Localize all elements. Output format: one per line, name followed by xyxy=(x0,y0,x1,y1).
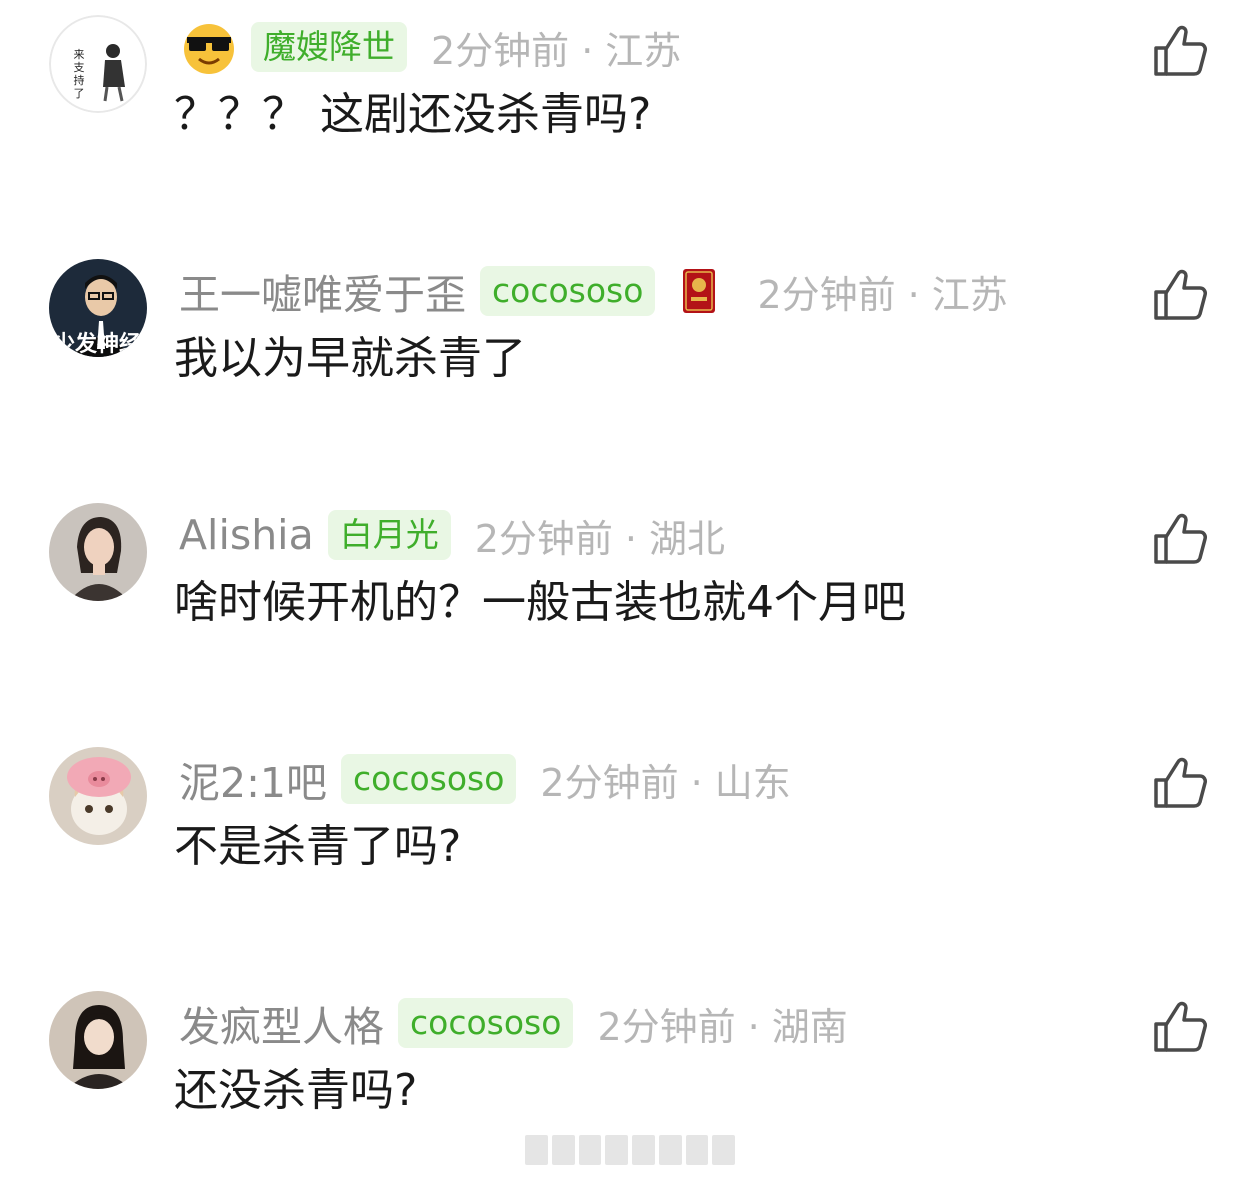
avatar-icon xyxy=(49,991,147,1089)
comment-meta: 2分钟前 · 江苏 xyxy=(757,272,1008,317)
comment-text: 啥时候开机的？一般古装也就4个月吧 xyxy=(174,577,906,628)
comment-time: 2分钟前 xyxy=(597,1004,736,1049)
comment-text: ？？？ 这剧还没杀青吗? xyxy=(174,89,652,140)
user-tag[interactable]: 白月光 xyxy=(327,510,451,560)
svg-text:了: 了 xyxy=(74,87,85,100)
comment-location: 湖北 xyxy=(648,516,725,561)
comment-item: Alishia 白月光 2分钟前 · 湖北 啥时候开机的？一般古装也就4个月吧 xyxy=(0,488,1259,688)
thumbs-up-icon[interactable] xyxy=(1152,510,1208,566)
thumbs-up-icon[interactable] xyxy=(1152,22,1208,78)
svg-text:支: 支 xyxy=(74,61,85,74)
red-medal-icon xyxy=(683,269,716,313)
comment-meta: 2分钟前 · 湖南 xyxy=(597,1004,848,1049)
comment-location: 江苏 xyxy=(931,272,1008,317)
username[interactable]: 王一嘘唯爱于歪 xyxy=(179,261,466,321)
sunglasses-emoji-icon xyxy=(184,24,234,74)
comment-text: 不是杀青了吗? xyxy=(174,821,462,872)
thumbs-up-icon[interactable] xyxy=(1152,998,1208,1054)
user-tag[interactable]: 魔嫂降世 xyxy=(251,22,407,72)
username[interactable]: 发疯型人格 xyxy=(179,993,384,1053)
comment-item: 来 支 持 了 魔嫂降世 2分钟前 · 江苏 ？？？ 这剧还没杀青吗? xyxy=(0,0,1259,200)
comment-location: 江苏 xyxy=(605,28,682,73)
comment-header: 王一嘘唯爱于歪 cocososo 2分钟前 · 江苏 xyxy=(179,263,1008,319)
username[interactable]: 泥2:1吧 xyxy=(179,749,327,809)
comment-text: 还没杀青吗? xyxy=(174,1065,418,1116)
comment-header: 魔嫂降世 2分钟前 · 江苏 xyxy=(179,19,681,75)
comment-time: 2分钟前 xyxy=(757,272,896,317)
avatar[interactable] xyxy=(49,503,147,601)
user-tag[interactable]: cocososo xyxy=(340,754,517,804)
comment-time: 2分钟前 xyxy=(474,516,613,561)
username[interactable]: Alishia xyxy=(179,511,314,559)
avatar[interactable]: 少发神经 xyxy=(49,259,147,357)
comment-meta: 2分钟前 · 山东 xyxy=(540,760,791,805)
thumbs-up-icon[interactable] xyxy=(1152,266,1208,322)
comment-meta: 2分钟前 · 江苏 xyxy=(431,28,682,73)
comment-location: 湖南 xyxy=(771,1004,848,1049)
comment-header: 发疯型人格 cocososo 2分钟前 · 湖南 xyxy=(179,995,848,1051)
avatar[interactable]: 来 支 持 了 xyxy=(49,15,147,113)
svg-text:少发神经: 少发神经 xyxy=(52,331,141,357)
svg-text:持: 持 xyxy=(74,73,85,87)
comment-header: 泥2:1吧 cocososo 2分钟前 · 山东 xyxy=(179,751,791,807)
avatar-icon xyxy=(49,503,147,601)
user-tag[interactable]: cocososo xyxy=(480,266,656,316)
comment-location: 山东 xyxy=(714,760,791,805)
avatar-icon: 来 支 持 了 xyxy=(49,15,147,113)
comment-time: 2分钟前 xyxy=(431,28,570,73)
comment-text: 我以为早就杀青了 xyxy=(174,333,526,384)
avatar-icon: 少发神经 xyxy=(49,259,147,357)
comment-item: 少发神经 王一嘘唯爱于歪 cocososo 2分钟前 · 江苏 我以为早就杀青了 xyxy=(0,244,1259,444)
avatar[interactable] xyxy=(49,991,147,1089)
comment-item: 泥2:1吧 cocososo 2分钟前 · 山东 不是杀青了吗? xyxy=(0,732,1259,932)
avatar-caption-1: 来 xyxy=(74,48,85,61)
comment-time: 2分钟前 xyxy=(540,760,679,805)
user-tag[interactable]: cocososo xyxy=(398,998,574,1048)
thumbs-up-icon[interactable] xyxy=(1152,754,1208,810)
comment-header: Alishia 白月光 2分钟前 · 湖北 xyxy=(179,507,725,563)
avatar[interactable] xyxy=(49,747,147,845)
comment-meta: 2分钟前 · 湖北 xyxy=(474,516,725,561)
avatar-icon xyxy=(49,747,147,845)
watermark-strip xyxy=(525,1135,735,1165)
